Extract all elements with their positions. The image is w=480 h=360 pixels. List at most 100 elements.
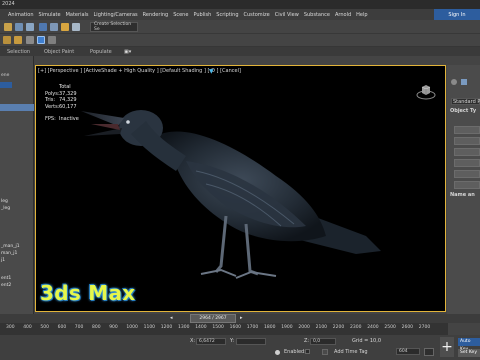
- track-bar[interactable]: [0, 323, 448, 335]
- raven-model: [81, 110, 381, 279]
- viewport-statistics: Total Polys:37,329 Tris: 74,329 Verts:60,…: [45, 84, 79, 123]
- object-type-button[interactable]: [454, 126, 480, 134]
- ribbon-options-icon[interactable]: ▣▾: [124, 49, 131, 55]
- time-slider-handle[interactable]: 2964 / 2967: [190, 314, 236, 323]
- time-tag-icon[interactable]: [322, 349, 328, 355]
- scene-explorer-header: ene: [1, 73, 10, 78]
- track-bar-tick-label: 700: [74, 325, 84, 330]
- track-bar-tick-label: 2000: [298, 325, 310, 330]
- tris-value: 74,329: [59, 97, 77, 103]
- link-icon[interactable]: [15, 23, 23, 31]
- list-item[interactable]: ent1: [0, 275, 34, 282]
- prev-frame-icon[interactable]: ◂: [170, 316, 173, 321]
- menu-animation[interactable]: Animation: [8, 12, 39, 18]
- open-folder-icon[interactable]: [3, 36, 11, 44]
- enabled-checkbox[interactable]: [305, 349, 310, 354]
- track-bar-tick-label: 2400: [367, 325, 379, 330]
- undo-icon[interactable]: [4, 23, 12, 31]
- sign-in-button[interactable]: Sign In: [434, 9, 480, 20]
- selection-count-field[interactable]: 604: [396, 348, 420, 355]
- active-tool-icon[interactable]: [37, 36, 45, 44]
- selection-set-dropdown[interactable]: Create Selection Se: [90, 22, 138, 32]
- add-key-button[interactable]: +: [440, 337, 454, 357]
- enabled-label: Enabled:: [284, 349, 306, 355]
- menu-lighting-cameras[interactable]: Lighting/Cameras: [94, 12, 143, 18]
- verts-label: Verts:: [45, 103, 60, 110]
- menu-scene[interactable]: Scene: [173, 12, 193, 18]
- filter-icon[interactable]: ▼: [209, 68, 215, 75]
- track-bar-tick-label: 2200: [332, 325, 345, 330]
- menu-scripting[interactable]: Scripting: [216, 12, 243, 18]
- menu-arnold[interactable]: Arnold: [335, 12, 356, 18]
- menu-materials[interactable]: Materials: [66, 12, 94, 18]
- menu-bar: Animation Simulate Materials Lighting/Ca…: [0, 9, 480, 20]
- set-key-button[interactable]: Set Key: [458, 349, 480, 357]
- rotate-icon[interactable]: [61, 23, 69, 31]
- scale-icon[interactable]: [72, 23, 80, 31]
- list-item[interactable]: ent2: [0, 282, 34, 289]
- add-time-tag-button[interactable]: Add Time Tag: [334, 350, 368, 355]
- z-coordinate-field[interactable]: 0,0: [310, 338, 336, 345]
- x-coordinate-field[interactable]: 6,6472: [196, 338, 226, 345]
- track-bar-tick-label: 500: [40, 325, 49, 330]
- shapes-icon[interactable]: [461, 79, 467, 85]
- object-type-button[interactable]: [454, 181, 480, 189]
- category-dropdown[interactable]: Standard Prim: [451, 98, 480, 105]
- polys-value: 37,329: [59, 90, 77, 97]
- menu-civil-view[interactable]: Civil View: [275, 12, 304, 18]
- track-bar-tick-label: 1600: [229, 325, 242, 330]
- selection-set-placeholder: Create Selection Se: [94, 22, 132, 32]
- menu-simulate[interactable]: Simulate: [39, 12, 66, 18]
- list-item[interactable]: _man_j1: [0, 243, 34, 250]
- object-type-button[interactable]: [454, 159, 480, 167]
- object-type-button[interactable]: [454, 137, 480, 145]
- main-toolbar: [0, 20, 480, 34]
- track-bar-tick-label: 2300: [350, 325, 362, 330]
- track-bar-tick-label: 1100: [143, 325, 156, 330]
- list-item[interactable]: j1: [0, 257, 34, 264]
- grid-size-label: Grid = 10,0: [352, 338, 381, 344]
- tab-selection[interactable]: Selection: [7, 49, 30, 55]
- mirror-icon[interactable]: [48, 36, 56, 44]
- next-frame-icon[interactable]: ▸: [240, 316, 243, 321]
- snap-icon[interactable]: [26, 36, 34, 44]
- geometry-icon[interactable]: [451, 79, 457, 85]
- save-icon[interactable]: [14, 36, 22, 44]
- menu-help[interactable]: Help: [356, 12, 372, 18]
- auto-key-button[interactable]: Auto Key: [458, 338, 480, 352]
- selected-row[interactable]: [0, 104, 34, 111]
- track-bar-tick-label: 2700: [418, 325, 431, 330]
- object-type-button[interactable]: [454, 170, 480, 178]
- menu-publish[interactable]: Publish: [193, 12, 216, 18]
- track-bar-tick-label: 1900: [281, 325, 293, 330]
- tab-populate[interactable]: Populate: [90, 49, 112, 55]
- perspective-viewport[interactable]: [35, 65, 446, 312]
- track-bar-tick-label: 2100: [315, 325, 328, 330]
- menu-customize[interactable]: Customize: [244, 12, 275, 18]
- object-type-button[interactable]: [454, 148, 480, 156]
- track-bar-tick-label: 2500: [384, 325, 396, 330]
- viewcube-icon[interactable]: [416, 82, 436, 100]
- rollout-name-and-color[interactable]: Name an: [450, 193, 475, 198]
- secondary-toolbar: [0, 34, 480, 47]
- enabled-toggle-icon[interactable]: [275, 350, 280, 355]
- move-icon[interactable]: [50, 23, 58, 31]
- list-item[interactable]: man_j1: [0, 250, 34, 257]
- window-title: 2024: [2, 1, 15, 7]
- select-object-icon[interactable]: [39, 23, 47, 31]
- list-item[interactable]: _leg: [0, 205, 34, 212]
- unlink-icon[interactable]: [26, 23, 34, 31]
- tab-object-paint[interactable]: Object Paint: [44, 49, 74, 55]
- list-item[interactable]: leg: [0, 198, 34, 205]
- explorer-filter-icon[interactable]: [0, 82, 12, 88]
- fps-value: Inactive: [59, 116, 79, 122]
- y-label: Y:: [230, 338, 235, 344]
- menu-rendering[interactable]: Rendering: [143, 12, 174, 18]
- key-mode-icon[interactable]: [424, 348, 434, 356]
- x-label: X:: [190, 338, 196, 344]
- rollout-object-type[interactable]: Object Ty: [450, 109, 476, 114]
- y-coordinate-field[interactable]: [236, 338, 266, 345]
- track-bar-tick-label: 800: [92, 325, 101, 330]
- ribbon-tabs: Selection Object Paint Populate ▣▾: [0, 47, 480, 56]
- menu-substance[interactable]: Substance: [304, 12, 335, 18]
